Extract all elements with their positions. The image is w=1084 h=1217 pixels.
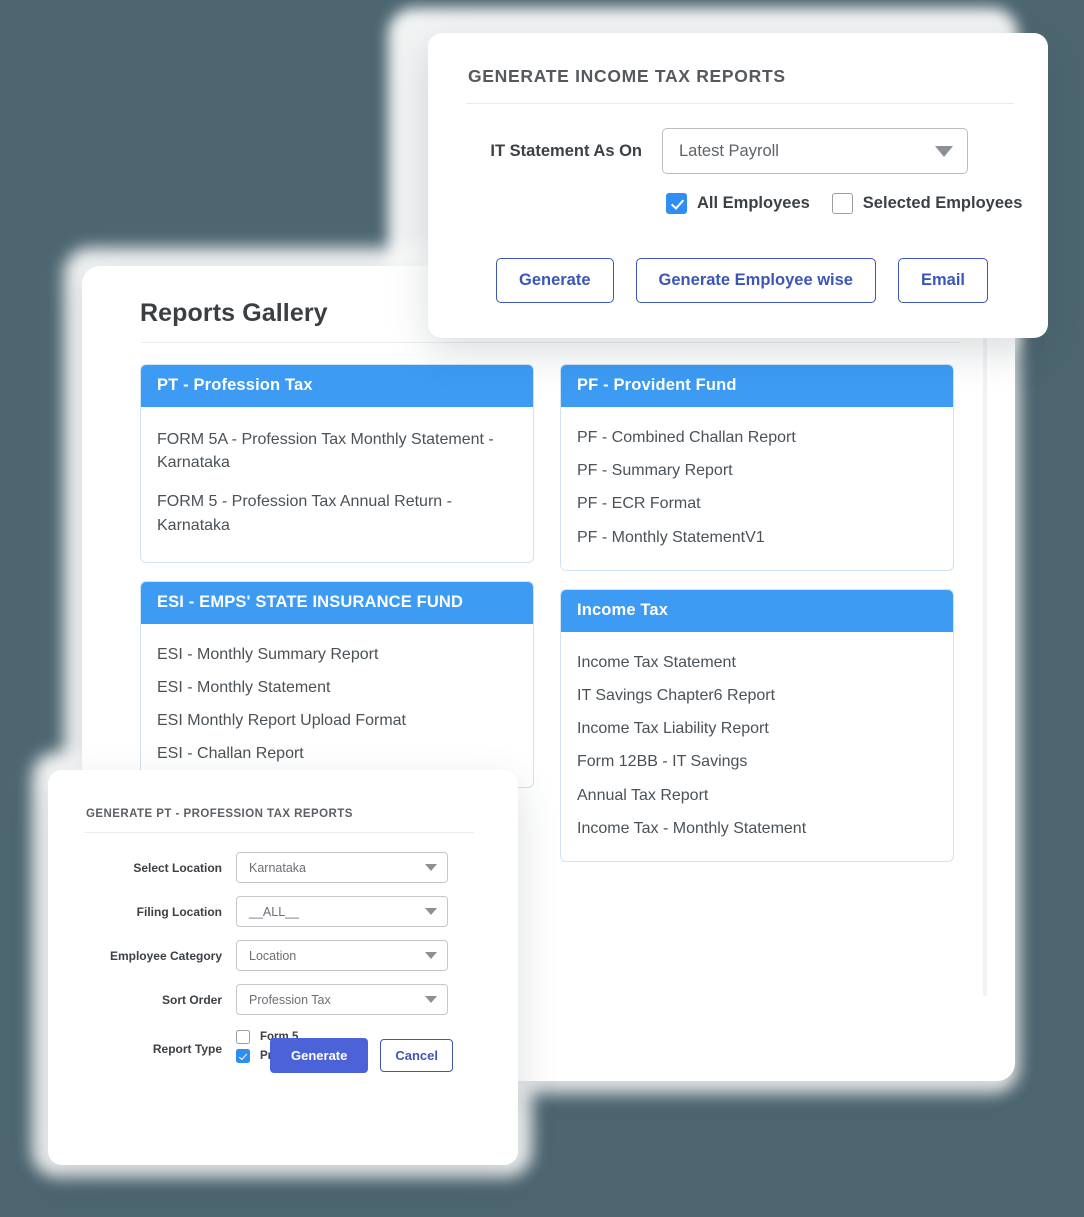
page-title: Reports Gallery <box>140 299 328 327</box>
gallery-scrollbar[interactable] <box>983 296 987 996</box>
chevron-down-icon <box>425 864 437 871</box>
select-value: Profession Tax <box>249 992 331 1007</box>
filing-location-dropdown[interactable]: __ALL__ <box>236 896 448 927</box>
list-item[interactable]: ESI - Monthly Statement <box>157 671 517 704</box>
checkbox-label: Selected Employees <box>862 194 1023 212</box>
report-card-profession-tax: PT - Profession Tax FORM 5A - Profession… <box>140 364 534 563</box>
list-item[interactable]: Annual Tax Report <box>577 779 937 812</box>
card-body: PF - Combined Challan Report PF - Summar… <box>561 407 953 570</box>
list-item[interactable]: FORM 5 - Profession Tax Annual Return - … <box>157 483 517 545</box>
card-body: ESI - Monthly Summary Report ESI - Month… <box>141 624 533 787</box>
card-header-label: Income Tax <box>561 589 953 632</box>
dialog-divider <box>466 103 1014 104</box>
field-label: Filing Location <box>136 904 222 919</box>
email-button[interactable]: Email <box>897 258 989 303</box>
list-item[interactable]: FORM 5A - Profession Tax Monthly Stateme… <box>157 421 517 483</box>
chevron-down-icon <box>425 908 437 915</box>
chevron-down-icon <box>935 145 953 157</box>
chevron-down-icon <box>425 952 437 959</box>
employee-scope-checkboxes: All Employees Selected Employees <box>666 193 1022 214</box>
generate-profession-tax-reports-dialog: GENERATE PT - PROFESSION TAX REPORTS Sel… <box>48 770 518 1165</box>
field-label: Sort Order <box>161 992 222 1007</box>
field-row-employee-category: Employee Category Location <box>84 940 484 971</box>
field-row-filing-location: Filing Location __ALL__ <box>84 896 484 927</box>
it-statement-select-value: Latest Payroll <box>679 141 779 160</box>
list-item[interactable]: Income Tax Liability Report <box>577 712 937 745</box>
list-item[interactable]: PF - ECR Format <box>577 487 937 520</box>
it-dialog-actions: Generate Generate Employee wise Email <box>496 258 989 303</box>
field-label: Select Location <box>133 860 222 875</box>
pt-dialog-actions: Generate Cancel <box>270 1038 454 1073</box>
sort-order-dropdown[interactable]: Profession Tax <box>236 984 448 1015</box>
checkbox-icon-unchecked[interactable] <box>831 193 853 214</box>
checkbox-icon-checked[interactable] <box>236 1049 250 1063</box>
title-divider <box>140 342 960 343</box>
card-header-label: ESI - EMPS' STATE INSURANCE FUND <box>141 581 533 624</box>
card-header-label: PT - Profession Tax <box>141 365 533 407</box>
generate-employee-wise-button[interactable]: Generate Employee wise <box>635 258 876 303</box>
gallery-column-right: PF - Provident Fund PF - Combined Challa… <box>560 364 954 862</box>
list-item[interactable]: PF - Monthly StatementV1 <box>577 521 937 554</box>
checkbox-icon-checked[interactable] <box>666 193 687 214</box>
list-item[interactable]: ESI - Challan Report <box>157 737 517 770</box>
field-row-sort-order: Sort Order Profession Tax <box>84 984 484 1015</box>
report-card-income-tax: Income Tax Income Tax Statement IT Savin… <box>560 588 954 862</box>
it-statement-field-row: IT Statement As On Latest Payroll <box>466 128 1014 174</box>
card-body: Income Tax Statement IT Savings Chapter6… <box>561 632 953 861</box>
select-value: __ALL__ <box>249 904 300 919</box>
list-item[interactable]: IT Savings Chapter6 Report <box>577 679 937 712</box>
generate-button[interactable]: Generate <box>270 1038 369 1073</box>
chevron-down-icon <box>425 996 437 1003</box>
app-stage: Reports Gallery PT - Profession Tax FORM… <box>0 0 1084 1217</box>
card-body: FORM 5A - Profession Tax Monthly Stateme… <box>141 407 533 562</box>
checkbox-selected-employees[interactable]: Selected Employees <box>831 193 1023 214</box>
dialog-title: GENERATE PT - PROFESSION TAX REPORTS <box>86 808 353 820</box>
it-statement-select[interactable]: Latest Payroll <box>662 128 968 174</box>
list-item[interactable]: Income Tax - Monthly Statement <box>577 812 937 845</box>
employee-category-dropdown[interactable]: Location <box>236 940 448 971</box>
select-location-dropdown[interactable]: Karnataka <box>236 852 448 883</box>
checkbox-label: All Employees <box>697 194 810 212</box>
select-value: Location <box>249 948 297 963</box>
field-row-select-location: Select Location Karnataka <box>84 852 484 883</box>
list-item[interactable]: ESI Monthly Report Upload Format <box>157 704 517 737</box>
report-card-provident-fund: PF - Provident Fund PF - Combined Challa… <box>560 364 954 571</box>
field-label: Report Type <box>152 1042 222 1056</box>
cancel-button[interactable]: Cancel <box>380 1039 454 1072</box>
generate-income-tax-reports-dialog: GENERATE INCOME TAX REPORTS IT Statement… <box>428 33 1048 338</box>
dialog-divider <box>84 832 474 833</box>
card-header-label: PF - Provident Fund <box>561 365 953 407</box>
generate-button[interactable]: Generate <box>496 258 614 303</box>
dialog-title: GENERATE INCOME TAX REPORTS <box>468 66 786 86</box>
field-label: Employee Category <box>109 948 222 963</box>
list-item[interactable]: Income Tax Statement <box>577 646 937 679</box>
list-item[interactable]: PF - Summary Report <box>577 454 937 487</box>
list-item[interactable]: ESI - Monthly Summary Report <box>157 638 517 671</box>
checkbox-icon-unchecked[interactable] <box>236 1030 250 1044</box>
select-value: Karnataka <box>249 860 306 875</box>
checkbox-all-employees[interactable]: All Employees <box>666 193 810 214</box>
list-item[interactable]: PF - Combined Challan Report <box>577 421 937 454</box>
report-card-esi: ESI - EMPS' STATE INSURANCE FUND ESI - M… <box>140 580 534 788</box>
list-item[interactable]: Form 12BB - IT Savings <box>577 745 937 778</box>
it-statement-label: IT Statement As On <box>490 141 642 160</box>
